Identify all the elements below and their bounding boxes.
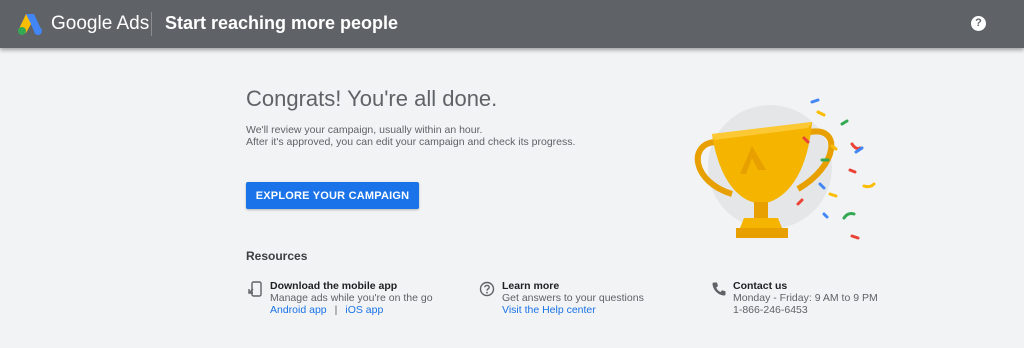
contact-hours: Monday - Friday: 9 AM to 9 PM — [733, 292, 878, 304]
google-ads-logo-icon[interactable] — [17, 11, 43, 37]
resource-text-learn-more: Get answers to your questions — [502, 292, 644, 304]
description-line-1: We'll review your campaign, usually with… — [246, 124, 483, 136]
brand-name[interactable]: Google Ads — [51, 13, 149, 35]
phone-icon — [712, 282, 726, 296]
help-center-link-wrap: Visit the Help center — [502, 304, 596, 316]
resources-title: Resources — [246, 249, 308, 263]
link-separator: | — [334, 304, 338, 316]
contact-phone: 1-866-246-6453 — [733, 304, 808, 316]
top-bar: Google Ads Start reaching more people ? — [0, 0, 1024, 48]
resource-text-mobile-app: Manage ads while you're on the go — [270, 292, 433, 304]
help-icon[interactable]: ? — [971, 16, 986, 31]
headline: Congrats! You're all done. — [246, 86, 498, 111]
page-title: Start reaching more people — [165, 13, 399, 33]
resource-heading-learn-more: Learn more — [502, 280, 560, 292]
resource-heading-contact: Contact us — [733, 280, 788, 292]
header-divider — [151, 12, 152, 36]
trophy-illustration-icon — [694, 98, 876, 240]
help-center-link[interactable]: Visit the Help center — [502, 304, 596, 316]
description: We'll review your campaign, usually with… — [246, 124, 575, 148]
description-line-2: After it's approved, you can edit your c… — [246, 136, 576, 148]
ios-app-link[interactable]: iOS app — [345, 304, 383, 316]
help-circle-icon — [479, 281, 495, 297]
explore-campaign-button[interactable]: EXPLORE YOUR CAMPAIGN — [246, 182, 419, 209]
mobile-app-links: Android app | iOS app — [270, 304, 383, 316]
android-app-link[interactable]: Android app — [270, 304, 327, 316]
mobile-download-icon — [248, 281, 262, 297]
resource-heading-mobile-app: Download the mobile app — [270, 280, 398, 292]
